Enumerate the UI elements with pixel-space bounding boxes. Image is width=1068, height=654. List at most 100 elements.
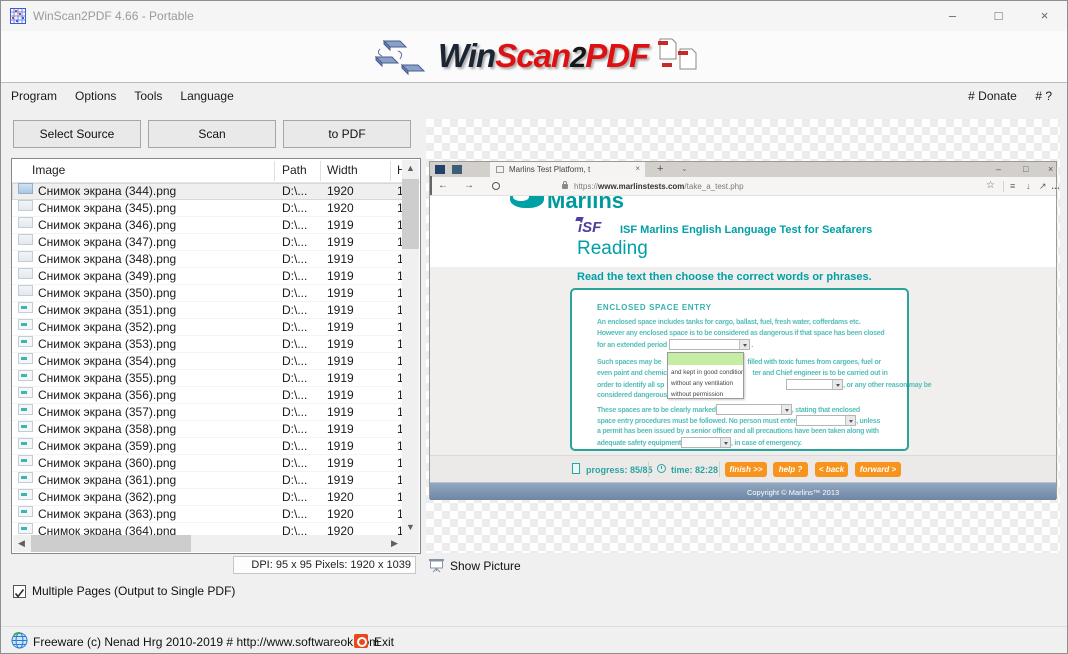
menu-item-options[interactable]: Options [66,84,125,111]
column-divider[interactable] [320,161,321,181]
column-header-width[interactable]: Width [327,163,358,177]
table-row[interactable]: Снимок экрана (359).pngD:\...19191 [12,438,403,455]
table-row[interactable]: Снимок экрана (346).pngD:\...19191 [12,217,403,234]
scroll-down-icon[interactable]: ▼ [402,519,419,536]
menu-item-donate[interactable]: # Donate [961,84,1024,111]
table-row[interactable]: Снимок экрана (349).pngD:\...19191 [12,268,403,285]
table-row[interactable]: Снимок экрана (361).pngD:\...19191 [12,472,403,489]
image-name: Снимок экрана (354).png [38,353,176,369]
dropdown-option-highlighted [668,353,743,365]
table-row[interactable]: Снимок экрана (358).pngD:\...19191 [12,421,403,438]
menu-item-tools[interactable]: Tools [125,84,171,111]
image-name: Снимок экрана (360).png [38,455,176,471]
scroll-left-icon[interactable]: ◀ [13,535,30,552]
share-icon: ↗ [1039,181,1047,192]
image-width: 1919 [327,251,354,267]
vertical-scrollbar[interactable]: ▲ ▼ [402,160,419,536]
multiple-pages-checkbox[interactable] [13,585,26,598]
menu-item-help[interactable]: # ? [1028,84,1059,111]
app-icon[interactable] [10,8,26,24]
reading-test-box: ENCLOSED SPACE ENTRY An enclosed space i… [570,288,909,451]
image-name: Снимок экрана (346).png [38,217,176,233]
image-thumbnail-icon [18,302,33,313]
column-divider[interactable] [390,161,391,181]
image-path: D:\... [282,302,307,318]
table-row[interactable]: Снимок экрана (353).pngD:\...19191 [12,336,403,353]
exit-button[interactable]: Exit [374,635,394,649]
table-row[interactable]: Снимок экрана (345).pngD:\...19201 [12,200,403,217]
browser-left-icon [452,165,462,174]
image-path: D:\... [282,234,307,250]
dropdown-option: without any ventilation [668,376,743,387]
menu-left: ProgramOptionsToolsLanguage [2,84,243,111]
column-header-image[interactable]: Image [32,163,65,177]
menu-item-language[interactable]: Language [171,84,242,111]
image-width: 1919 [327,302,354,318]
progress-page-icon [572,463,580,474]
image-width: 1919 [327,404,354,420]
maximize-button[interactable]: □ [976,1,1021,31]
vertical-scroll-thumb[interactable] [402,179,419,249]
back-button: < back [815,462,848,477]
table-row[interactable]: Снимок экрана (362).pngD:\...19201 [12,489,403,506]
table-row[interactable]: Снимок экрана (352).pngD:\...19191 [12,319,403,336]
image-thumbnail-icon [18,268,33,279]
column-header-path[interactable]: Path [282,163,307,177]
image-width: 1920 [327,200,354,216]
image-name: Снимок экрана (349).png [38,268,176,284]
image-name: Снимок экрана (345).png [38,200,176,216]
passage-line: for an extended period . [597,339,753,351]
select-source-button[interactable]: Select Source [13,120,141,148]
table-row[interactable]: Снимок экрана (350).pngD:\...19191 [12,285,403,302]
image-width: 1919 [327,234,354,250]
table-row[interactable]: Снимок экрана (348).pngD:\...19191 [12,251,403,268]
url-text: https://www.marlinstests.com/take_a_test… [574,182,744,191]
passage-line: considered dangerous. [597,390,669,401]
table-row[interactable]: Снимок экрана (347).pngD:\...19191 [12,234,403,251]
image-thumbnail-icon [18,183,33,194]
image-thumbnail-icon [18,251,33,262]
title-bar: WinScan2PDF 4.66 - Portable – □ × [1,1,1067,31]
image-width: 1920 [327,506,354,522]
multiple-pages-label[interactable]: Multiple Pages (Output to Single PDF) [32,584,235,598]
menu-item-program[interactable]: Program [2,84,66,111]
logo-wordmark: WinScan2PDF [438,37,648,75]
image-name: Снимок экрана (347).png [38,234,176,250]
horizontal-scrollbar[interactable]: ◀ ▶ [13,535,403,552]
scroll-right-icon[interactable]: ▶ [386,535,403,552]
table-row[interactable]: Снимок экрана (357).pngD:\...19191 [12,404,403,421]
image-name: Снимок экрана (358).png [38,421,176,437]
open-dropdown-list: and kept in good conditionwithout any ve… [667,352,744,399]
close-button[interactable]: × [1022,1,1067,31]
image-width: 1919 [327,455,354,471]
freeware-link[interactable]: Freeware (c) Nenad Hrg 2010-2019 # http:… [33,635,379,649]
reading-view-icon [430,176,432,195]
table-row[interactable]: Снимок экрана (360).pngD:\...19191 [12,455,403,472]
table-row[interactable]: Снимок экрана (363).pngD:\...19201 [12,506,403,523]
minimize-button[interactable]: – [930,1,975,31]
show-picture-label[interactable]: Show Picture [450,559,521,573]
dropdown-option: and kept in good condition [668,365,743,376]
image-width: 1920 [327,489,354,505]
browser-minimize-icon: – [996,164,1001,174]
image-thumbnail-icon [18,319,33,330]
table-row[interactable]: Снимок экрана (356).pngD:\...19191 [12,387,403,404]
table-row[interactable]: Снимок экрана (354).pngD:\...19191 [12,353,403,370]
table-row[interactable]: Снимок экрана (351).pngD:\...19191 [12,302,403,319]
column-divider[interactable] [274,161,275,181]
image-path: D:\... [282,285,307,301]
scroll-up-icon[interactable]: ▲ [402,160,419,177]
image-width: 1919 [327,336,354,352]
image-name: Снимок экрана (351).png [38,302,176,318]
scan-button[interactable]: Scan [148,120,276,148]
exit-icon[interactable] [354,634,368,648]
table-row[interactable]: Снимок экрана (344).pngD:\...19201 [12,183,403,200]
image-thumbnail-icon [18,200,33,211]
table-row[interactable]: Снимок экрана (355).pngD:\...19191 [12,370,403,387]
back-icon: ← [438,180,448,191]
to-pdf-button[interactable]: to PDF [283,120,411,148]
copyright-bar: Copyright © Marlins™ 2013 [430,482,1056,500]
instruction-text: Read the text then choose the correct wo… [577,271,872,283]
horizontal-scroll-thumb[interactable] [31,535,191,552]
tab-page-icon [496,166,504,173]
